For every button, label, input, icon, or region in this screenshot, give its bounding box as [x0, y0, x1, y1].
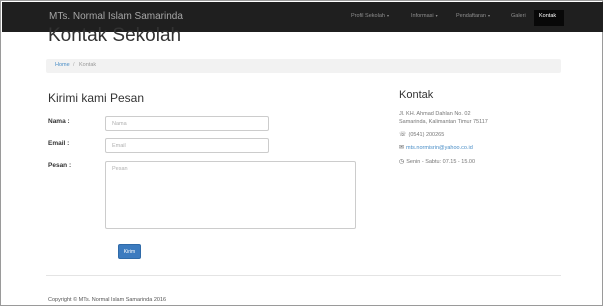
contact-email: ✉ mts.normisrin@yahoo.co.id: [399, 144, 473, 151]
phone-text: (0541) 200265: [408, 132, 445, 138]
breadcrumb-home-link[interactable]: Home: [55, 62, 70, 68]
nav-item-galeri[interactable]: Galeri: [511, 13, 526, 19]
form-title: Kirimi kami Pesan: [48, 91, 145, 105]
name-label: Nama :: [48, 118, 70, 125]
clock-icon: ◷: [399, 159, 405, 165]
breadcrumb-separator: /: [73, 62, 75, 68]
brand-link[interactable]: MTs. Normal Islam Samarinda: [49, 11, 183, 22]
nav-item-label: Profil Sekolah: [351, 13, 385, 19]
email-label: Email :: [48, 140, 70, 147]
nav-item-label: Galeri: [511, 13, 526, 19]
address-line-1: Jl. KH. Ahmad Dahlan No. 02: [399, 111, 471, 117]
nav-item-kontak[interactable]: Kontak: [534, 10, 564, 26]
nav-item-pendaftaran[interactable]: Pendaftaran ▾: [456, 13, 490, 19]
caret-down-icon: ▾: [435, 13, 438, 18]
breadcrumb: Home / Kontak: [46, 59, 561, 73]
contact-title: Kontak: [399, 89, 434, 101]
nav-item-profil-sekolah[interactable]: Profil Sekolah ▾: [351, 13, 389, 19]
contact-hours: ◷ Senin - Sabtu: 07.15 - 15.00: [399, 158, 475, 165]
page-frame: MTs. Normal Islam Samarinda Profil Sekol…: [0, 0, 603, 306]
address-line-2: Samarinda, Kalimantan Timur 75117: [399, 119, 488, 125]
nav-item-label: Pendaftaran: [456, 13, 486, 19]
caret-down-icon: ▾: [386, 13, 389, 18]
hours-text: Senin - Sabtu: 07.15 - 15.00: [406, 159, 476, 165]
phone-icon: ☏: [399, 132, 407, 138]
footer-copyright: Copyright © MTs. Normal Islam Samarinda …: [48, 297, 167, 303]
nav-item-informasi[interactable]: Informasi ▾: [411, 13, 438, 19]
nav-item-label: Informasi: [411, 13, 434, 19]
caret-down-icon: ▾: [487, 13, 490, 18]
email-input[interactable]: [105, 138, 269, 153]
message-textarea[interactable]: [105, 161, 356, 229]
page-title: Kontak Sekolah: [48, 25, 182, 46]
footer-divider: [46, 275, 561, 276]
breadcrumb-current: Kontak: [79, 62, 97, 68]
nav-item-label: Kontak: [539, 13, 557, 19]
envelope-icon: ✉: [399, 145, 405, 151]
name-input[interactable]: [105, 116, 269, 131]
message-label: Pesan :: [48, 162, 72, 169]
contact-phone: ☏ (0541) 200265: [399, 131, 444, 138]
submit-button[interactable]: Kirim: [118, 244, 141, 259]
email-link[interactable]: mts.normisrin@yahoo.co.id: [406, 145, 473, 151]
